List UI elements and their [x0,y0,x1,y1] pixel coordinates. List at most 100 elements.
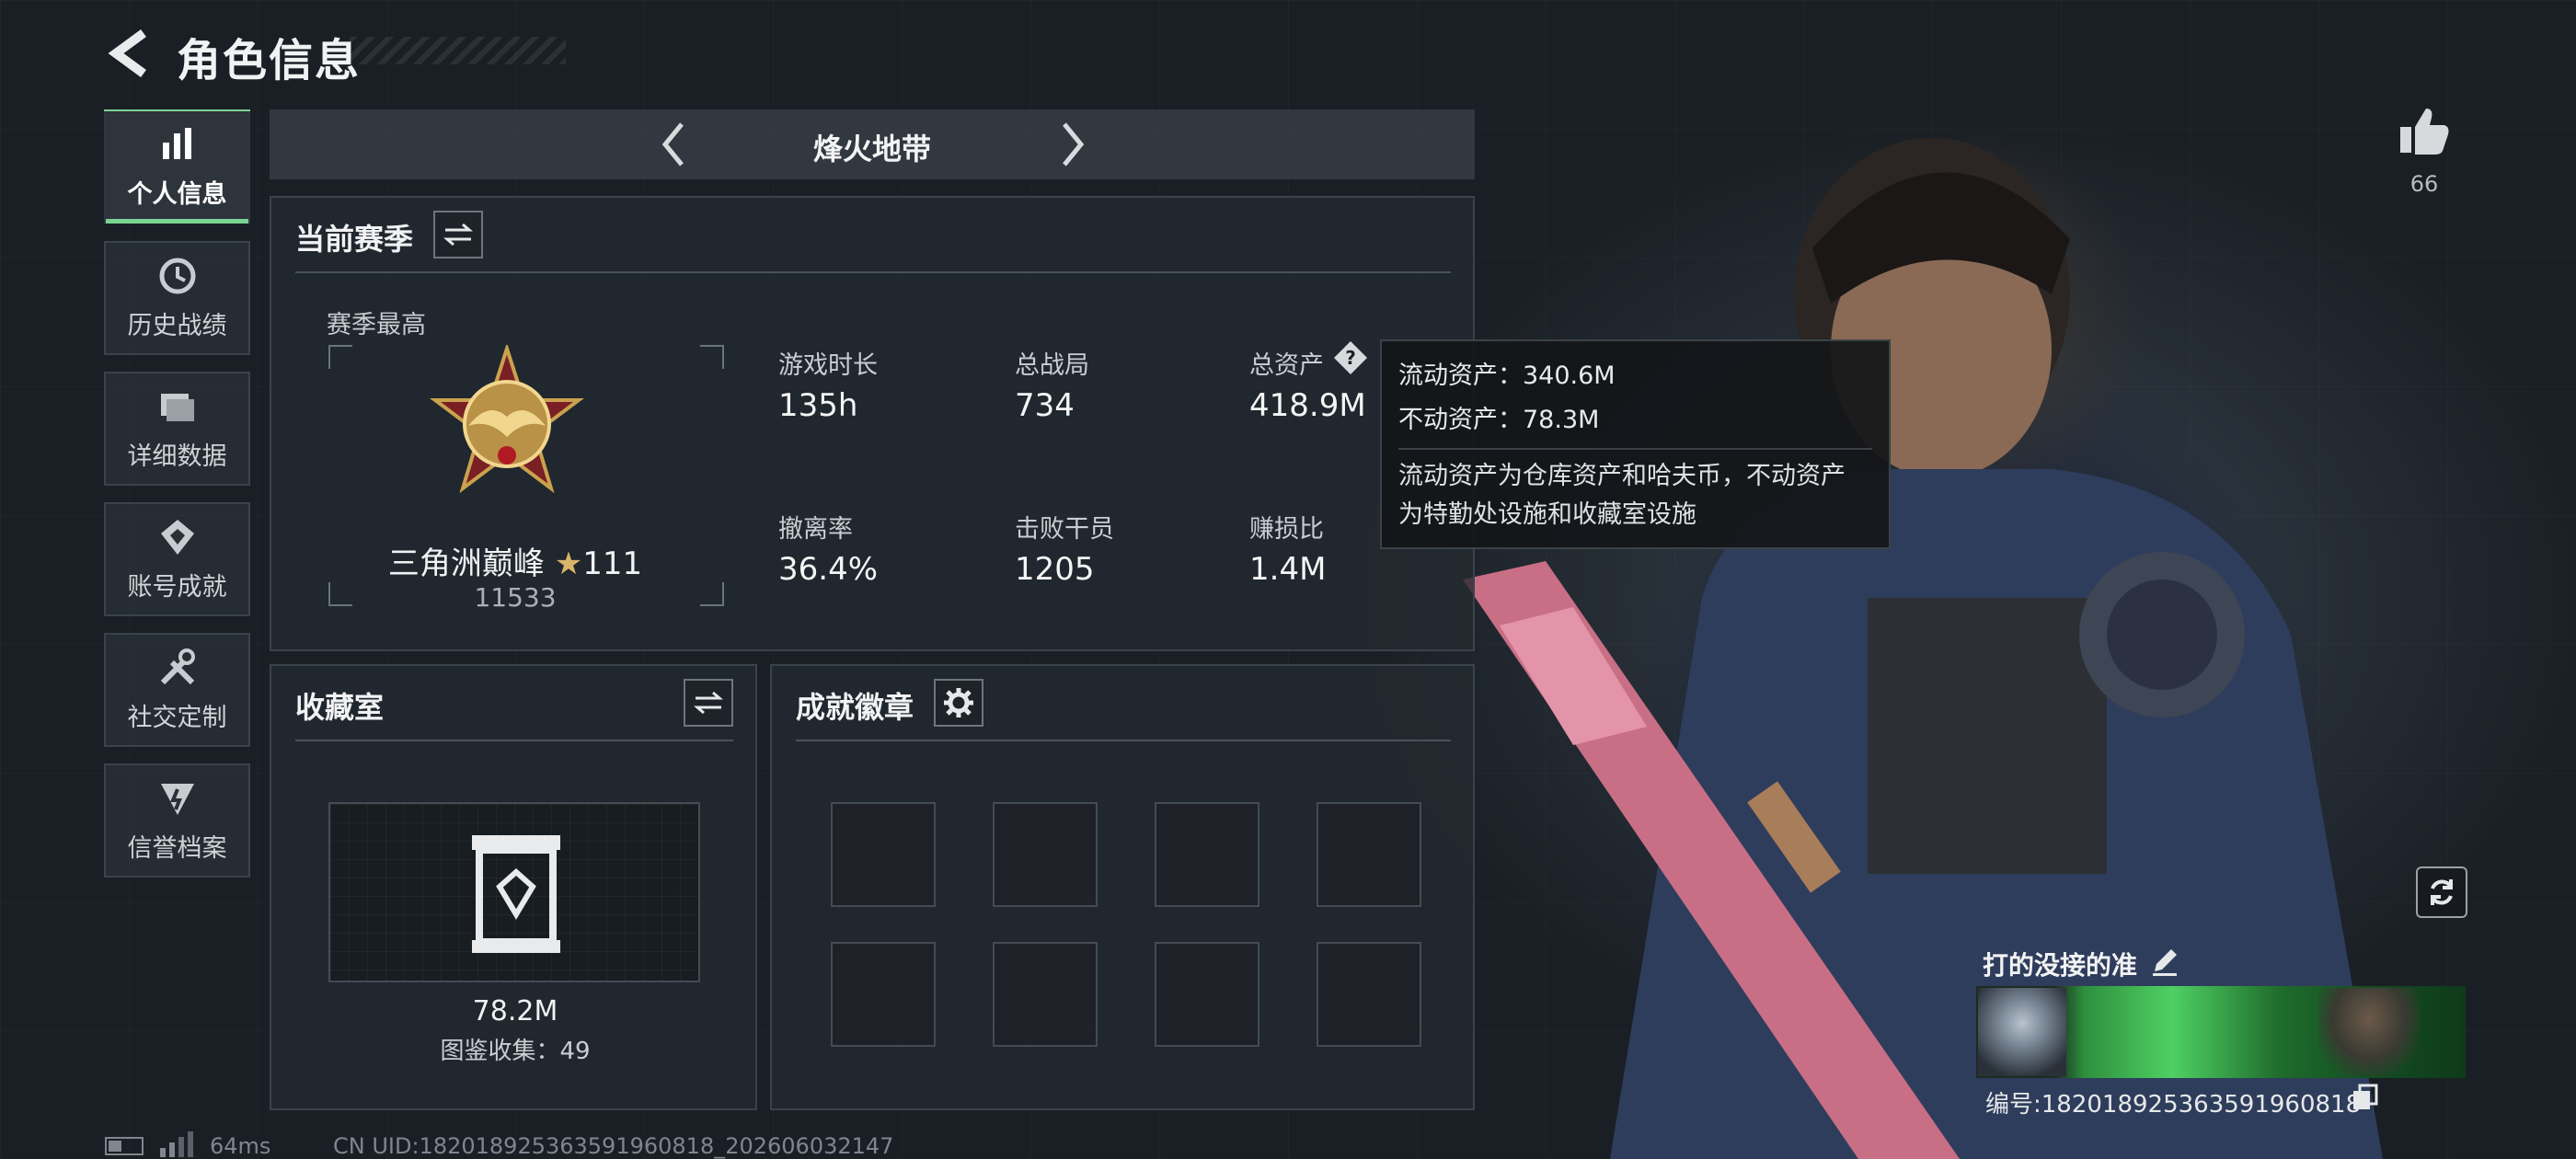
nav-label: 历史战绩 [127,311,227,340]
divider [295,271,1451,273]
stat-label: 撤离率 [778,515,853,544]
rank-emblem-icon [430,345,584,494]
stat-label: 总资产 [1249,351,1324,380]
svg-text:?: ? [1345,347,1356,369]
copy-id-button[interactable] [2352,1084,2379,1111]
like-count: 66 [2409,171,2439,197]
thumbs-up-icon [2400,109,2449,155]
stat-value: 36.4% [778,551,879,588]
tooltip-fixed-assets: 不动资产：78.3M [1398,406,1600,434]
back-button[interactable] [103,28,158,79]
mode-selector: 烽火地带 [270,109,1475,179]
tooltip-description-line: 流动资产为仓库资产和哈夫币，不动资产 [1398,462,1846,490]
badge-slot[interactable] [1317,802,1421,907]
edit-name-button[interactable] [2149,946,2180,977]
tools-icon [160,648,195,684]
frame-corner [328,345,352,369]
badges-title: 成就徽章 [796,690,914,725]
stat-label: 总战局 [1015,351,1089,380]
player-id: 编号:18201892536359196081​8 [1985,1091,2362,1119]
nav-label: 社交定制 [127,703,227,732]
mode-title: 烽火地带 [812,132,931,166]
badges-settings-button[interactable] [934,679,983,727]
collection-count: 图鉴收集：49 [440,1038,591,1065]
stat-value: 1.4M [1249,551,1327,588]
rank-stars: 111 [582,545,643,582]
badge-slot[interactable] [1155,942,1259,1047]
nav-item-history[interactable]: 历史战绩 [104,241,250,355]
nav-label: 个人信息 [127,179,227,209]
badge-slot[interactable] [1155,802,1259,907]
refresh-button[interactable] [2416,866,2467,918]
stat-value: 135h [778,387,858,424]
swap-icon [694,691,723,715]
folder-icon [160,393,194,421]
card-character-image [2318,988,2420,1076]
season-best-label: 赛季最高 [327,311,426,339]
bar-chart-icon [162,127,191,159]
like-button[interactable] [2397,103,2452,158]
nav-item-social-custom[interactable]: 社交定制 [104,633,250,747]
nav-item-reputation[interactable]: 信誉档案 [104,763,250,878]
rank-star-icon: ★ [554,545,583,582]
badges-panel: 成就徽章 [770,664,1475,1110]
title-decoration [350,37,566,64]
next-mode-button[interactable] [1044,117,1099,172]
asset-tooltip: 流动资产：340.6M 不动资产：78.3M 流动资产为仓库资产和哈夫币，不动资… [1380,339,1891,549]
tooltip-divider [1398,448,1872,450]
stat-value: 734 [1015,387,1075,424]
signal-icon [160,1131,193,1157]
page-title: 角色信息 [177,35,362,86]
season-title: 当前赛季 [295,222,414,257]
nav-label: 账号成就 [127,572,227,602]
badge-slot[interactable] [1317,942,1421,1047]
question-icon: ? [1334,341,1367,374]
rank-score: 11533 [474,582,557,613]
nav-item-personal-info[interactable]: 个人信息 [104,109,250,224]
nav-label: 信誉档案 [127,833,227,863]
divider [796,740,1451,741]
collection-title: 收藏室 [295,690,385,725]
showcase-icon [472,835,560,953]
nav-label: 详细数据 [127,442,227,471]
avatar [1978,988,2066,1076]
stat-label: 游戏时长 [778,351,878,380]
swap-icon [443,223,473,247]
season-switch-button[interactable] [433,211,483,258]
collection-switch-button[interactable] [684,679,733,727]
nav-item-achievements[interactable]: 账号成就 [104,502,250,616]
frame-corner [700,345,724,369]
stat-value: 1205 [1015,551,1095,588]
badge-slot[interactable] [831,802,936,907]
chevron-right-icon [1063,122,1085,166]
reputation-icon [160,783,194,815]
collection-panel: 收藏室 78.2M 图鉴收集：49 [270,664,757,1110]
tooltip-description-line: 为特勤处设施和收藏室设施 [1398,500,1696,529]
battery-icon [105,1137,144,1155]
refresh-icon [2431,879,2453,905]
uid-text: CN UID:18201892536359196081​8_2026060321… [333,1133,894,1159]
stat-value: 418.9M [1249,387,1366,424]
nav-item-detail-data[interactable]: 详细数据 [104,372,250,486]
gear-icon [944,688,973,717]
badge-slot[interactable] [993,802,1098,907]
player-name: 打的没接的准 [1983,950,2138,981]
stat-label: 击败干员 [1015,515,1114,544]
achievement-icon [160,519,194,555]
season-panel: 当前赛季 赛季最高 三角洲巅峰 ★111 11533 游戏时长 135h 总战局… [270,196,1475,651]
badge-slot[interactable] [993,942,1098,1047]
ping-text: 64ms [210,1133,271,1159]
copy-icon [2353,1084,2378,1109]
back-arrow-icon [108,29,146,78]
collection-preview[interactable] [328,802,700,982]
asset-help-button[interactable]: ? [1332,339,1369,376]
rank-name: 三角洲巅峰 [387,545,545,582]
collection-value: 78.2M [472,995,558,1027]
tooltip-liquid-assets: 流动资产：340.6M [1398,361,1616,390]
history-clock-icon [159,258,195,293]
divider [295,740,733,741]
badge-slot[interactable] [831,942,936,1047]
stat-label: 赚损比 [1249,515,1324,544]
pencil-icon [2153,949,2177,976]
rank-line: 三角洲巅峰 ★111 [271,538,759,583]
